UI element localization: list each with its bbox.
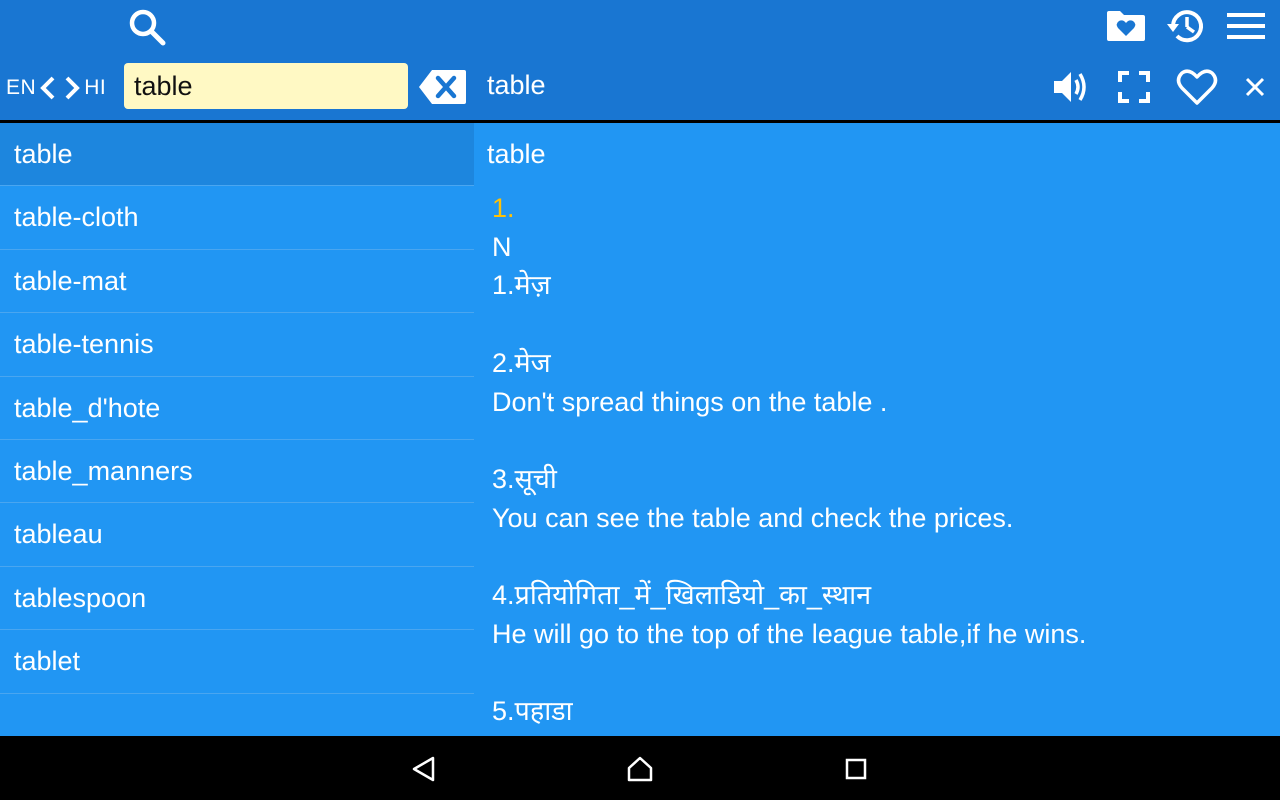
list-item[interactable]: table-cloth [0, 186, 474, 250]
definition-example: You can see the table and check the pric… [492, 502, 1014, 533]
list-item[interactable]: table-mat [0, 250, 474, 314]
search-icon[interactable] [126, 6, 168, 48]
definition-hindi: 4.प्रतियोगिता_में_खिलाडियो_का_स्थान [492, 579, 872, 610]
word-list: table table-cloth table-mat table-tennis… [0, 123, 474, 736]
top-app-bar: EN HI table [0, 0, 1280, 120]
part-of-speech: N [492, 231, 512, 262]
target-language[interactable]: HI [84, 76, 106, 100]
heart-icon [1176, 69, 1218, 105]
header-word: table [487, 70, 546, 100]
list-item[interactable]: table-tennis [0, 313, 474, 377]
list-item[interactable]: tablespoon [0, 567, 474, 631]
close-icon [1245, 77, 1265, 97]
definition-hindi: 3.सूची [492, 463, 557, 494]
definition-hindi: 5.पहाडा [492, 696, 573, 727]
definitions: 1. N 1.मेज़ 2.मेज Don't spread things on… [492, 189, 1262, 731]
close-button[interactable] [1244, 76, 1266, 98]
menu-button[interactable] [1224, 4, 1268, 48]
recents-icon[interactable] [841, 754, 871, 784]
chevron-right-icon[interactable] [62, 74, 82, 102]
list-item[interactable]: tableau [0, 503, 474, 567]
volume-icon [1054, 72, 1086, 102]
language-switcher[interactable]: EN HI [6, 72, 106, 104]
favorites-folder-button[interactable] [1104, 4, 1148, 48]
list-item[interactable]: table_manners [0, 440, 474, 504]
definition-hindi: 1.मेज़ [492, 270, 551, 301]
history-button[interactable] [1164, 4, 1208, 48]
menu-icon [1227, 13, 1265, 39]
list-item[interactable]: table_d'hote [0, 377, 474, 440]
pronounce-button[interactable] [1052, 68, 1092, 106]
fullscreen-button[interactable] [1118, 71, 1150, 103]
backspace-clear-icon[interactable] [418, 68, 468, 106]
fullscreen-icon [1118, 71, 1150, 103]
list-item[interactable]: table [0, 123, 474, 187]
definition-panel[interactable]: table 1. N 1.मेज़ 2.मेज Don't spread thi… [474, 123, 1280, 736]
search-input[interactable] [124, 63, 408, 109]
history-icon [1167, 10, 1203, 43]
back-icon[interactable] [409, 754, 439, 784]
favorite-button[interactable] [1176, 68, 1218, 106]
source-language[interactable]: EN [6, 76, 36, 100]
list-item[interactable]: tablet [0, 630, 474, 694]
definition-hindi: 2.मेज [492, 347, 551, 378]
home-icon[interactable] [625, 754, 655, 784]
word-actions [1026, 62, 1266, 112]
system-navigation-bar [0, 736, 1280, 800]
sense-number: 1. [492, 193, 515, 223]
chevron-left-icon[interactable] [38, 74, 58, 102]
entry-title: table [487, 139, 546, 169]
definition-example: Don't spread things on the table . [492, 386, 888, 417]
favorites-folder-icon [1107, 11, 1145, 41]
top-actions [1088, 4, 1268, 48]
definition-example: He will go to the top of the league tabl… [492, 618, 1087, 649]
